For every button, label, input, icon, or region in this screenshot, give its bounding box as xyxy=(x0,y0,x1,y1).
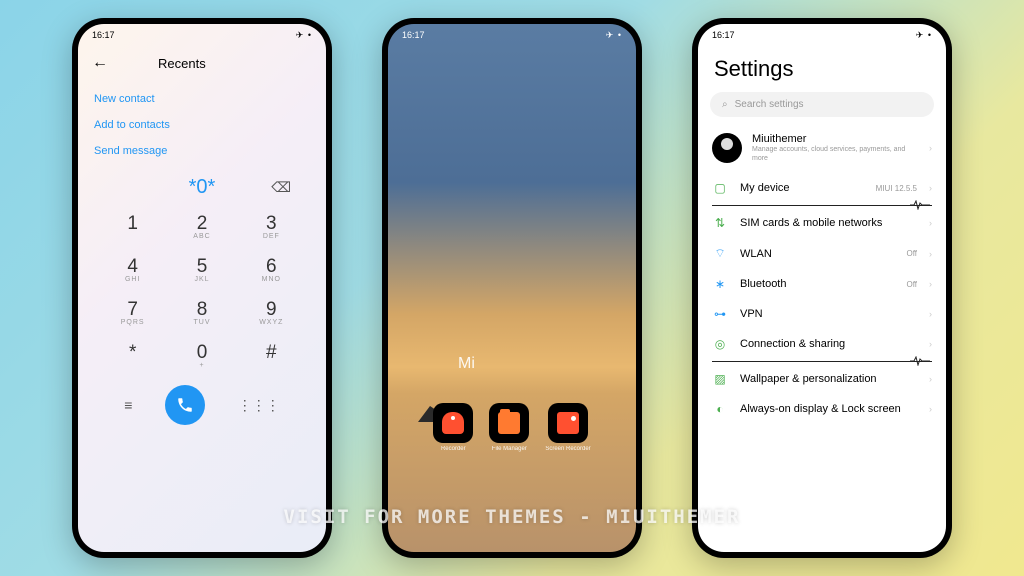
section-divider xyxy=(712,361,932,362)
search-placeholder: Search settings xyxy=(735,99,804,110)
setting-icon: ◐ xyxy=(712,402,728,416)
backspace-icon[interactable]: ⌫ xyxy=(271,179,291,196)
setting-row-my-device[interactable]: ▢ My device MIUI 12.5.5 › xyxy=(698,173,946,203)
phone-home: 16:17 ✈ • Mi Recorder File Manager Scree… xyxy=(382,18,642,558)
screen-recorder-icon xyxy=(557,412,579,434)
chevron-right-icon: › xyxy=(929,249,932,259)
dialpad: 12ABC3DEF 4GHI5JKL6MNO 7PQRS8TUV9WXYZ *0+# xyxy=(78,205,326,381)
dialpad-key-1[interactable]: 1 xyxy=(98,205,167,248)
phone-icon xyxy=(176,396,194,414)
setting-icon: ⇅ xyxy=(712,216,728,230)
dialpad-toggle-icon[interactable]: ⋮⋮⋮ xyxy=(238,397,280,414)
dialpad-key-#[interactable]: # xyxy=(237,334,306,377)
setting-row-connection-sharing[interactable]: ◎ Connection & sharing › xyxy=(698,329,946,359)
setting-row-bluetooth[interactable]: ∗ Bluetooth Off › xyxy=(698,269,946,299)
app-recorder[interactable]: Recorder xyxy=(433,403,473,452)
account-row[interactable]: Miuithemer Manage accounts, cloud servic… xyxy=(698,127,946,173)
phone-dialer: 16:17 ✈ • ← Recents New contact Add to c… xyxy=(72,18,332,558)
chevron-right-icon: › xyxy=(929,404,932,414)
setting-row-sim-cards-mobile-networks[interactable]: ⇅ SIM cards & mobile networks › xyxy=(698,208,946,238)
chevron-right-icon: › xyxy=(929,279,932,289)
app-file-manager[interactable]: File Manager xyxy=(489,403,529,452)
dialpad-key-2[interactable]: 2ABC xyxy=(167,205,236,248)
back-icon[interactable]: ← xyxy=(92,54,108,72)
page-title: Recents xyxy=(158,56,206,71)
status-time: 16:17 xyxy=(92,30,115,40)
status-icons-right: ✈ • xyxy=(916,30,932,41)
setting-row-wallpaper-personalization[interactable]: ▨ Wallpaper & personalization › xyxy=(698,364,946,394)
setting-icon: ⌔ xyxy=(712,246,728,261)
chevron-right-icon: › xyxy=(929,183,932,193)
account-desc: Manage accounts, cloud services, payment… xyxy=(752,145,919,163)
setting-row-always-on-display-lock-screen[interactable]: ◐ Always-on display & Lock screen › xyxy=(698,394,946,424)
setting-icon: ∗ xyxy=(712,277,728,291)
menu-icon[interactable]: ≡ xyxy=(124,397,132,413)
status-bar: 16:17 ✈ • xyxy=(388,24,636,46)
setting-icon: ▨ xyxy=(712,372,728,386)
brand-text: Mi xyxy=(388,355,636,373)
setting-row-wlan[interactable]: ⌔ WLAN Off › xyxy=(698,238,946,269)
phone-settings: 16:17 ✈ • Settings ⌕ Search settings Miu… xyxy=(692,18,952,558)
send-message-link[interactable]: Send message xyxy=(94,138,310,164)
dialpad-key-9[interactable]: 9WXYZ xyxy=(237,291,306,334)
dialpad-key-0[interactable]: 0+ xyxy=(167,334,236,377)
dialpad-key-7[interactable]: 7PQRS xyxy=(98,291,167,334)
folder-icon xyxy=(498,412,520,434)
status-bar: 16:17 ✈ • xyxy=(698,24,946,46)
new-contact-link[interactable]: New contact xyxy=(94,86,310,112)
avatar xyxy=(712,133,742,163)
dialpad-key-3[interactable]: 3DEF xyxy=(237,205,306,248)
status-time: 16:17 xyxy=(712,30,735,40)
search-input[interactable]: ⌕ Search settings xyxy=(710,92,934,117)
dialpad-key-*[interactable]: * xyxy=(98,334,167,377)
chevron-right-icon: › xyxy=(929,339,932,349)
watermark-text: VISIT FOR MORE THEMES - MIUITHEMER xyxy=(284,506,741,528)
chevron-right-icon: › xyxy=(929,218,932,228)
setting-row-vpn[interactable]: ⊶ VPN › xyxy=(698,299,946,329)
setting-icon: ◎ xyxy=(712,337,728,351)
setting-icon: ▢ xyxy=(712,181,728,195)
chevron-right-icon: › xyxy=(929,309,932,319)
setting-icon: ⊶ xyxy=(712,307,728,321)
chevron-right-icon: › xyxy=(929,143,932,153)
add-to-contacts-link[interactable]: Add to contacts xyxy=(94,112,310,138)
status-time: 16:17 xyxy=(402,30,425,40)
call-button[interactable] xyxy=(165,385,205,425)
dialpad-key-5[interactable]: 5JKL xyxy=(167,248,236,291)
dialpad-key-4[interactable]: 4GHI xyxy=(98,248,167,291)
dialpad-key-6[interactable]: 6MNO xyxy=(237,248,306,291)
status-icons-right: ✈ • xyxy=(296,30,312,41)
chevron-right-icon: › xyxy=(929,374,932,384)
dialed-number: *0* xyxy=(189,170,216,205)
settings-title: Settings xyxy=(698,46,946,92)
app-screen-recorder[interactable]: Screen Recorder xyxy=(545,403,590,452)
search-icon: ⌕ xyxy=(722,99,728,110)
account-name: Miuithemer xyxy=(752,133,919,145)
section-divider xyxy=(712,205,932,206)
recorder-icon xyxy=(442,412,464,434)
status-bar: 16:17 ✈ • xyxy=(78,24,326,46)
dialpad-key-8[interactable]: 8TUV xyxy=(167,291,236,334)
status-icons-right: ✈ • xyxy=(606,30,622,41)
